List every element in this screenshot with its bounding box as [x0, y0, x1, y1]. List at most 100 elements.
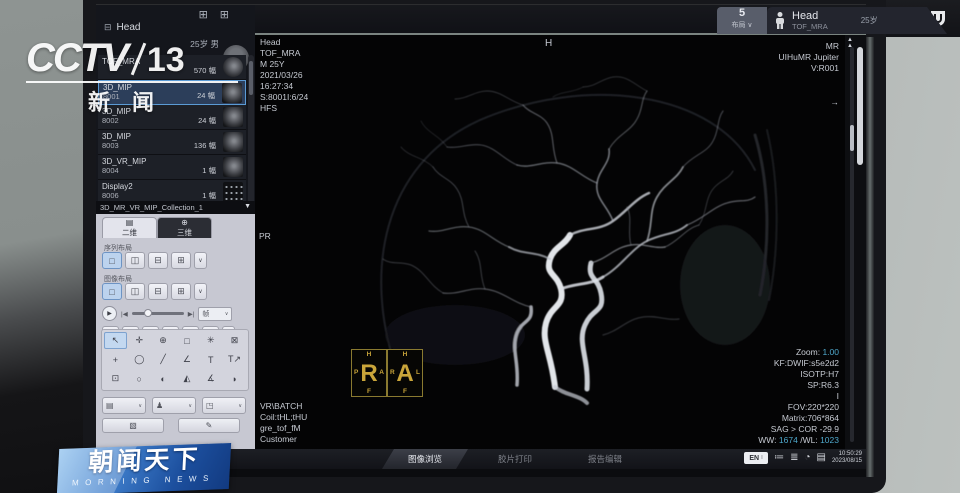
series-count: 1 幅: [202, 165, 216, 176]
series-thumbnail[interactable]: [223, 157, 243, 177]
series-layout-1x1-button[interactable]: □: [102, 252, 122, 269]
cine-slider[interactable]: [132, 312, 184, 315]
text-tool-button[interactable]: T: [199, 351, 222, 368]
series-name: 3D_MIP: [102, 132, 242, 141]
slice-scrollbar-thumb[interactable]: [850, 125, 854, 151]
zoom-tool-button[interactable]: ⊕: [152, 332, 175, 349]
dicom-info-top-right: MR UIHuMR Jupiter V:R001: [779, 41, 839, 74]
chevron-down-icon: ∨: [225, 311, 229, 317]
invert-tool-button[interactable]: ◐: [152, 370, 175, 387]
angle-tool-button[interactable]: ∠: [176, 351, 199, 368]
series-layout-1x2-button[interactable]: ◫: [125, 252, 145, 269]
skip-start-icon[interactable]: |◀: [121, 310, 128, 321]
series-count: 136 幅: [194, 140, 216, 151]
magnifier-tool-button[interactable]: ○: [128, 370, 151, 387]
ellipse-tool-button[interactable]: ◯: [128, 351, 151, 368]
chevron-down-icon: ∨: [138, 403, 142, 409]
series-layout-grid-button[interactable]: ⊞: [171, 252, 191, 269]
cctv-subtitle: 新闻: [88, 85, 266, 117]
viewer-header: 5 布局 ∨ Head TOF_MRA 25岁: [255, 5, 866, 35]
image-layout-1x2-button[interactable]: ◫: [125, 283, 145, 300]
collection-row[interactable]: 3D_MR_VR_MIP_Collection_1 ▼: [96, 201, 255, 214]
taskbar-tab-film-print[interactable]: 胶片打印: [472, 449, 558, 469]
skip-end-icon[interactable]: ▶|: [188, 310, 195, 321]
series-layout-2x1-button[interactable]: ⊟: [148, 252, 168, 269]
clock-date: 2023/08/15: [832, 458, 862, 465]
patient-group-label: Head: [117, 22, 141, 33]
study-tab[interactable]: Head TOF_MRA 25岁: [767, 7, 947, 34]
view-grid-icon-1[interactable]: ⊞: [199, 9, 220, 21]
taskbar-tab-report-edit[interactable]: 报告编辑: [562, 449, 648, 469]
wl-value: 1023: [820, 435, 839, 445]
clock: 10:50:29 2023/08/15: [832, 451, 862, 465]
tray-list-icon[interactable]: ≣: [790, 453, 798, 463]
brightness-tool-button[interactable]: ✳: [199, 332, 222, 349]
series-item[interactable]: 3D_VR_MIP 8004 1 幅: [98, 155, 246, 180]
image-layout-grid-button[interactable]: ⊞: [171, 283, 191, 300]
dicom-info-bottom-left: VR\BATCH Coil:tHL;tHU gre_tof_fM Custome…: [260, 401, 307, 445]
series-id: 8004: [102, 166, 242, 175]
series-thumbnail-montage[interactable]: [223, 182, 243, 202]
screen-edge-glare: [866, 37, 874, 477]
cine-speed-select[interactable]: 帧 ∨: [198, 307, 232, 321]
cube-icon: ⊕: [181, 219, 188, 227]
arrow-text-tool-button[interactable]: T↗: [223, 351, 246, 368]
slice-scrollbar[interactable]: [850, 47, 854, 442]
patient-icon: [775, 12, 785, 29]
study-tab-age: 25岁: [861, 15, 878, 26]
cine-play-button[interactable]: ▶: [102, 306, 117, 321]
annotation-tool-grid: ↖ ✛ ⊕ □ ✳ ⊠ + ◯ ╱ ∠ T T↗ ⊡ ○ ◐ ◭ ∡: [101, 329, 249, 391]
export-combo-button[interactable]: ♟∨: [152, 397, 196, 414]
series-name: Display2: [102, 182, 242, 191]
export-icon: ♟: [156, 401, 163, 410]
tab-3d[interactable]: ⊕ 三维: [157, 217, 212, 238]
caret-down-icon[interactable]: ▼: [244, 203, 251, 210]
zoom-label: Zoom:: [796, 347, 820, 357]
roi-tool-button[interactable]: □: [176, 332, 199, 349]
series-id: 8006: [102, 191, 242, 200]
study-tab-series: TOF_MRA: [792, 22, 828, 31]
chevron-down-icon: ∨: [188, 403, 192, 409]
magnify-box-tool-button[interactable]: ⊡: [104, 370, 127, 387]
send-icon: ◳: [206, 401, 214, 410]
program-logo: 朝闻天下 MORNING NEWS: [57, 443, 231, 493]
program-title-en: MORNING NEWS: [57, 473, 229, 488]
image-layout-more-dropdown[interactable]: ∨: [194, 283, 207, 300]
view-grid-icon-2[interactable]: ⊞: [220, 9, 241, 21]
ww-label: WW:: [758, 435, 776, 445]
series-layout-more-dropdown[interactable]: ∨: [194, 252, 207, 269]
rotate-tool-button[interactable]: ◗: [223, 370, 246, 387]
edit-button[interactable]: ✎: [178, 418, 240, 433]
image-layout-2x1-button[interactable]: ⊟: [148, 283, 168, 300]
tray-case-icon[interactable]: ▤: [817, 453, 826, 463]
flip-horizontal-tool-button[interactable]: ◭: [176, 370, 199, 387]
tab-2d[interactable]: ▤ 二维: [102, 217, 157, 238]
send-combo-button[interactable]: ◳∨: [202, 397, 246, 414]
language-indicator[interactable]: EN⁞: [744, 452, 768, 464]
collection-label: 3D_MR_VR_MIP_Collection_1: [100, 203, 203, 212]
taskbar-tab-image-browse[interactable]: 图像浏览: [382, 449, 468, 469]
viewport-scroll-area: ▲ ▲: [845, 35, 866, 449]
collapse-icon[interactable]: ⊟: [104, 22, 112, 32]
tray-branch-icon[interactable]: ≔: [774, 453, 784, 463]
save-icon: ▤: [106, 401, 114, 410]
save-combo-button[interactable]: ▤∨: [102, 397, 146, 414]
screenshot-button[interactable]: ▧: [102, 418, 164, 433]
patient-group-row[interactable]: ⊟ Head: [104, 22, 140, 33]
image-layout-1x1-button[interactable]: □: [102, 283, 122, 300]
layout-dropdown-tab[interactable]: 5 布局 ∨: [717, 7, 767, 34]
orientation-marker-top: H: [545, 38, 552, 49]
cine-slider-knob[interactable]: [144, 309, 152, 317]
zoom-value: 1.00: [822, 347, 839, 357]
line-tool-button[interactable]: ╱: [152, 351, 175, 368]
series-item[interactable]: 3D_MIP 8003 136 幅: [98, 130, 246, 155]
rotate-angle-tool-button[interactable]: ∡: [199, 370, 222, 387]
secondary-scrollbar[interactable]: [857, 47, 863, 165]
image-viewport[interactable]: Head TOF_MRA M 25Y 2021/03/26 16:27:34 S…: [255, 35, 845, 449]
crosshair-tool-button[interactable]: +: [104, 351, 127, 368]
pan-tool-button[interactable]: ✛: [128, 332, 151, 349]
tray-power-icon[interactable]: ◔: [804, 453, 810, 463]
delete-tool-button[interactable]: ⊠: [223, 332, 246, 349]
cursor-tool-button[interactable]: ↖: [104, 332, 127, 349]
series-thumbnail[interactable]: [223, 132, 243, 152]
